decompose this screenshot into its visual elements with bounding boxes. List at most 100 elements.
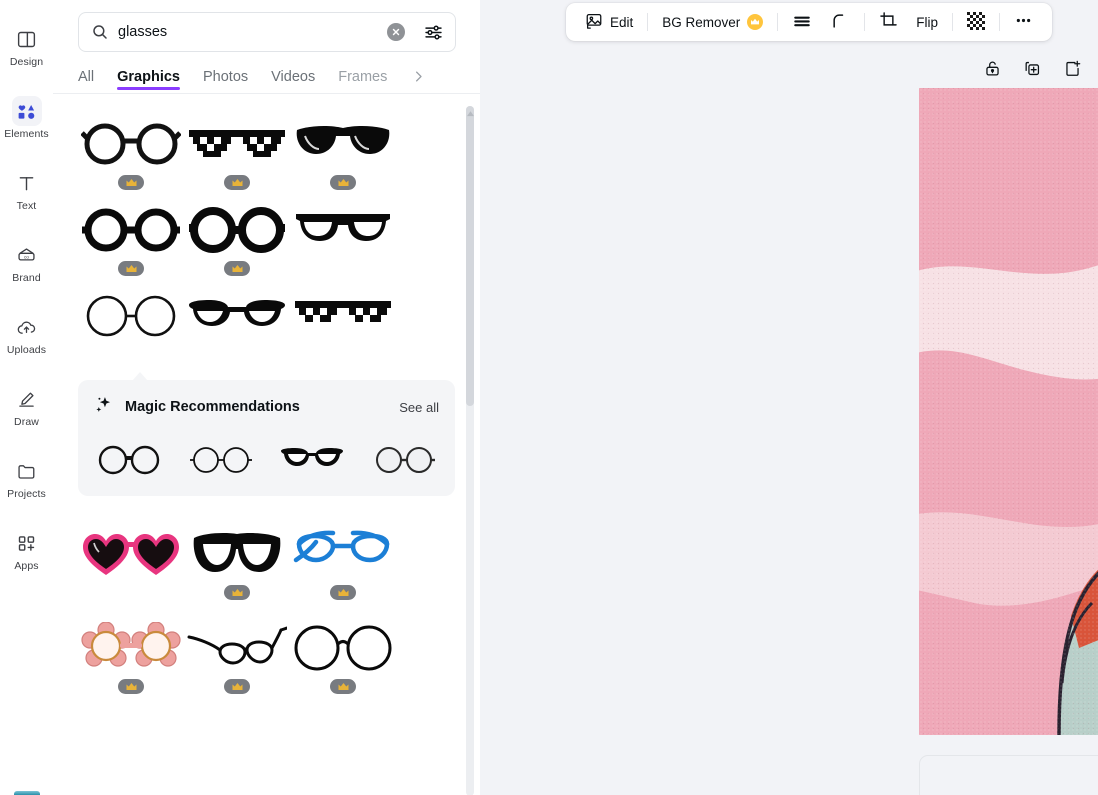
tab-videos[interactable]: Videos (271, 52, 315, 94)
result-cateye-outline-glasses[interactable] (184, 280, 290, 352)
tab-graphics[interactable]: Graphics (117, 52, 180, 94)
sidebar-item-brand[interactable]: co Brand (0, 226, 53, 298)
result-wayfarer-glasses[interactable] (290, 194, 396, 266)
divider (647, 13, 649, 31)
sidebar-item-label: Draw (14, 416, 39, 429)
canvas-page[interactable] (919, 88, 1098, 735)
result-bold-round-glasses[interactable] (78, 194, 184, 276)
result-blue-wire-glasses[interactable] (290, 518, 396, 600)
toolbar-more-button[interactable] (1005, 7, 1042, 37)
results-row (78, 518, 455, 600)
result-round-wire-glasses[interactable] (290, 612, 396, 694)
duplicate-icon[interactable] (1021, 57, 1043, 79)
crown-icon (747, 14, 764, 30)
corner-radius-button[interactable] (821, 7, 859, 37)
result-black-sunglasses[interactable] (290, 108, 396, 190)
result-thick-round-glasses[interactable] (184, 194, 290, 276)
result-round-thin-glasses[interactable] (78, 108, 184, 190)
crown-icon (338, 178, 348, 186)
see-all-link[interactable]: See all (399, 400, 439, 415)
portrait-illustration (919, 88, 1098, 735)
crown-icon (232, 682, 242, 690)
card-tip (132, 372, 148, 381)
crown-icon (232, 588, 242, 596)
stack-lines-icon (792, 11, 812, 34)
tab-frames[interactable]: Frames (338, 52, 387, 94)
crown-icon (232, 178, 242, 186)
crown-icon (338, 588, 348, 596)
left-rail: Design Elements Text co Brand Uploads Dr… (0, 0, 53, 795)
tab-all[interactable]: All (78, 52, 94, 94)
filter-sliders-icon[interactable] (421, 20, 445, 44)
scrollbar-thumb[interactable] (466, 106, 474, 406)
crown-icon (232, 264, 242, 272)
sidebar-item-uploads[interactable]: Uploads (0, 298, 53, 370)
edit-label: Edit (610, 14, 634, 30)
projects-icon (12, 456, 42, 486)
bg-remover-label: BG Remover (662, 14, 741, 30)
sparkle-icon (94, 394, 115, 420)
sidebar-item-label: Projects (7, 488, 46, 501)
sidebar-item-elements[interactable]: Elements (0, 82, 53, 154)
sidebar-item-draw[interactable]: Draw (0, 370, 53, 442)
elements-panel: All Graphics Photos Videos Frames (53, 0, 480, 795)
brand-icon: co (12, 240, 42, 270)
editor-area: Edit BG Remover Flip (480, 0, 1098, 795)
pro-badge (118, 261, 144, 276)
elements-icon (11, 96, 42, 127)
magic-round-overlap-glasses[interactable] (94, 442, 164, 478)
svg-text:co: co (24, 254, 29, 259)
add-page-icon[interactable] (1061, 57, 1083, 79)
stack-lines-button[interactable] (783, 7, 821, 37)
magic-cateye-glasses[interactable] (277, 442, 347, 478)
result-thin-wire-glasses[interactable] (184, 612, 290, 694)
search-icon (91, 23, 109, 41)
transparency-button[interactable] (958, 7, 994, 37)
search-container (53, 0, 480, 52)
corner-radius-icon (830, 11, 850, 34)
magic-thin-round-glasses[interactable] (186, 442, 256, 478)
pro-badge (224, 585, 250, 600)
search-box[interactable] (78, 12, 456, 52)
add-page-bar[interactable]: + Add page (919, 755, 1098, 795)
crop-icon (879, 11, 898, 33)
page-actions (981, 57, 1083, 79)
divider (777, 13, 779, 31)
pro-badge (330, 679, 356, 694)
sidebar-item-design[interactable]: Design (0, 10, 53, 82)
crown-icon (126, 178, 136, 186)
scroll-up-icon[interactable] (467, 104, 474, 122)
pro-badge (330, 585, 356, 600)
close-icon[interactable] (387, 23, 405, 41)
pro-badge (118, 679, 144, 694)
magic-light-round-glasses[interactable] (369, 442, 439, 478)
result-pink-heart-sunglasses[interactable] (78, 518, 184, 590)
result-pink-flower-glasses[interactable] (78, 612, 184, 694)
bg-remover-button[interactable]: BG Remover (653, 7, 772, 37)
search-input[interactable] (118, 24, 378, 40)
design-icon (12, 24, 42, 54)
edit-image-button[interactable]: Edit (576, 7, 642, 37)
tab-photos[interactable]: Photos (203, 52, 248, 94)
sidebar-item-apps[interactable]: Apps (0, 514, 53, 586)
tab-bar: All Graphics Photos Videos Frames (53, 52, 480, 94)
flip-button[interactable]: Flip (907, 7, 947, 37)
flip-label: Flip (916, 14, 939, 30)
lock-icon[interactable] (981, 57, 1003, 79)
crop-button[interactable] (870, 7, 907, 37)
magic-items (94, 442, 439, 478)
result-outline-round-glasses[interactable] (78, 280, 184, 352)
apps-icon (12, 528, 42, 558)
sidebar-item-projects[interactable]: Projects (0, 442, 53, 514)
pro-badge (224, 679, 250, 694)
result-pixel-sunglasses-2[interactable] (290, 280, 396, 352)
chevron-right-icon[interactable] (411, 61, 426, 84)
divider (864, 13, 866, 31)
search-results: Magic Recommendations See all (53, 94, 480, 795)
sidebar-item-text[interactable]: Text (0, 154, 53, 226)
pro-badge (330, 175, 356, 190)
result-pixel-sunglasses[interactable] (184, 108, 290, 190)
panel-scrollbar[interactable] (466, 106, 474, 795)
result-black-chunky-glasses[interactable] (184, 518, 290, 600)
crown-icon (338, 682, 348, 690)
